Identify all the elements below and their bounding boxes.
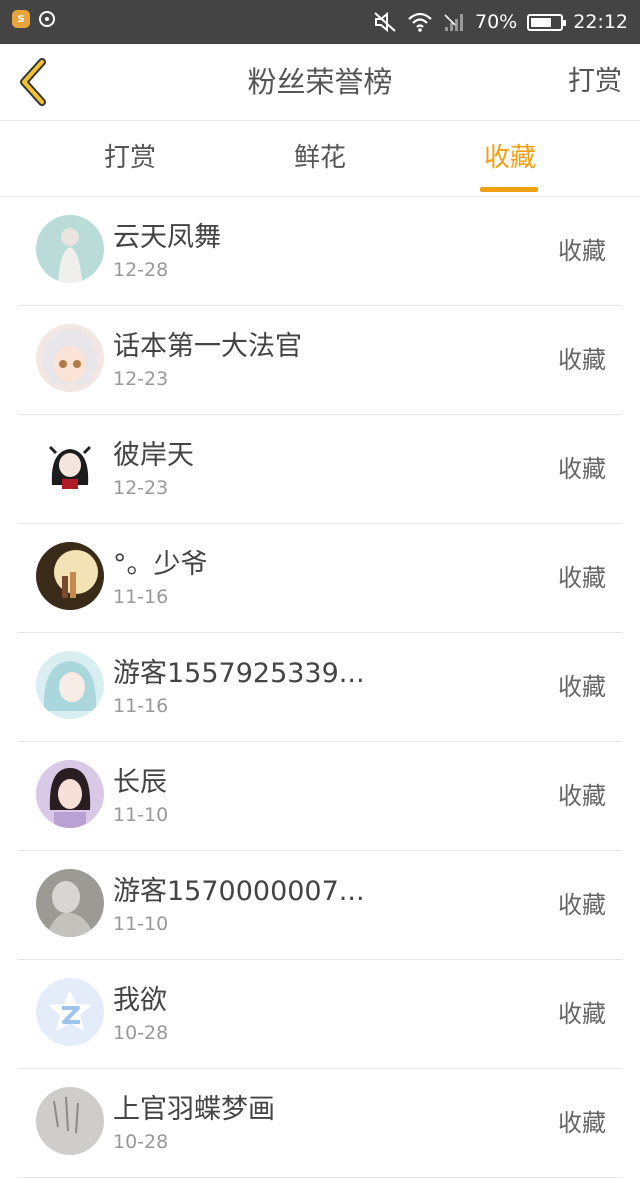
- fan-date: 10-28: [113, 1022, 169, 1044]
- fan-name: 长辰: [113, 767, 167, 798]
- list-item[interactable]: 我欲 10-28 收藏: [18, 960, 622, 1069]
- avatar-grey-photo-icon: [36, 869, 104, 937]
- support-type: 收藏: [558, 346, 606, 374]
- list-item[interactable]: 游客1557925339... 11-16 收藏: [18, 633, 622, 742]
- list-item[interactable]: 上官羽蝶梦画 10-28 收藏: [18, 1069, 622, 1178]
- list-item[interactable]: 云天凤舞 12-28 收藏: [18, 197, 622, 306]
- avatar-anime-dark-icon: [36, 433, 104, 501]
- active-tab-indicator: [480, 187, 538, 192]
- nav-bar: 粉丝荣誉榜 打赏: [0, 44, 640, 121]
- fan-date: 12-23: [113, 477, 169, 499]
- clock: 22:12: [573, 11, 628, 33]
- avatar-illustrated-woman-icon: [36, 760, 104, 828]
- avatar[interactable]: [36, 978, 104, 1046]
- list-item[interactable]: 长辰 11-10 收藏: [18, 742, 622, 851]
- tab-label: 收藏: [483, 143, 536, 173]
- notification-icons: S: [12, 10, 56, 28]
- list-item[interactable]: °。少爷 11-16 收藏: [18, 524, 622, 633]
- fan-date: 12-23: [113, 368, 169, 390]
- fan-date: 10-28: [113, 1131, 169, 1153]
- tab-reward[interactable]: 打赏: [70, 121, 190, 196]
- list-item[interactable]: 话本第一大法官 12-23 收藏: [18, 306, 622, 415]
- fan-name: 游客1557925339...: [113, 658, 365, 689]
- support-type: 收藏: [558, 673, 606, 701]
- chevron-left-icon: [20, 58, 46, 106]
- avatar[interactable]: [36, 324, 104, 392]
- battery-percent: 70%: [475, 11, 518, 33]
- fan-date: 11-16: [113, 695, 169, 717]
- fan-name: °。少爷: [113, 549, 208, 580]
- avatar[interactable]: [36, 651, 104, 719]
- avatar-sunset-couple-icon: [36, 542, 104, 610]
- tab-label: 打赏: [103, 143, 156, 173]
- back-button[interactable]: [14, 58, 54, 106]
- fan-name: 我欲: [113, 985, 167, 1016]
- fan-name: 彼岸天: [113, 440, 194, 471]
- tab-label: 鲜花: [293, 143, 346, 173]
- support-type: 收藏: [558, 782, 606, 810]
- avatar-anime-blue-icon: [36, 651, 104, 719]
- support-type: 收藏: [558, 1109, 606, 1137]
- support-type: 收藏: [558, 237, 606, 265]
- fan-name: 话本第一大法官: [113, 331, 302, 362]
- tab-bar: 打赏 鲜花 收藏: [0, 121, 640, 197]
- support-type: 收藏: [558, 564, 606, 592]
- status-bar: S 70% 22:12: [0, 0, 640, 44]
- support-type: 收藏: [558, 891, 606, 919]
- avatar-anime-girl-icon: [36, 324, 104, 392]
- avatar[interactable]: [36, 869, 104, 937]
- support-type: 收藏: [558, 455, 606, 483]
- avatar-qzone-default-icon: [36, 978, 104, 1046]
- avatar[interactable]: [36, 215, 104, 283]
- avatar[interactable]: [36, 433, 104, 501]
- list-item[interactable]: 彼岸天 12-23 收藏: [18, 415, 622, 524]
- tab-flowers[interactable]: 鲜花: [260, 121, 380, 196]
- fan-list[interactable]: 云天凤舞 12-28 收藏 话本第一大法官 12-23 收藏 彼岸天 12-23…: [0, 197, 640, 1178]
- avatar-photo-girl-icon: [36, 215, 104, 283]
- support-type: 收藏: [558, 1000, 606, 1028]
- avatar[interactable]: [36, 760, 104, 828]
- fan-name: 上官羽蝶梦画: [113, 1094, 275, 1125]
- fan-date: 12-28: [113, 259, 169, 281]
- avatar[interactable]: [36, 542, 104, 610]
- tab-favorites[interactable]: 收藏: [450, 121, 570, 196]
- fan-date: 11-10: [113, 913, 169, 935]
- wifi-icon: [408, 12, 432, 32]
- avatar-sketch-icon: [36, 1087, 104, 1155]
- fan-date: 11-10: [113, 804, 169, 826]
- fan-name: 游客1570000007...: [113, 876, 365, 907]
- mute-icon: [374, 11, 396, 33]
- disc-icon: [39, 11, 55, 27]
- list-item[interactable]: 游客1570000007... 11-10 收藏: [18, 851, 622, 960]
- signal-icon: [444, 14, 463, 31]
- app-notification-icon: S: [12, 10, 30, 28]
- battery-icon: [527, 13, 567, 31]
- avatar[interactable]: [36, 1087, 104, 1155]
- fan-name: 云天凤舞: [113, 222, 221, 253]
- page-title: 粉丝荣誉榜: [247, 65, 393, 99]
- reward-button[interactable]: 打赏: [568, 44, 622, 120]
- fan-date: 11-16: [113, 586, 169, 608]
